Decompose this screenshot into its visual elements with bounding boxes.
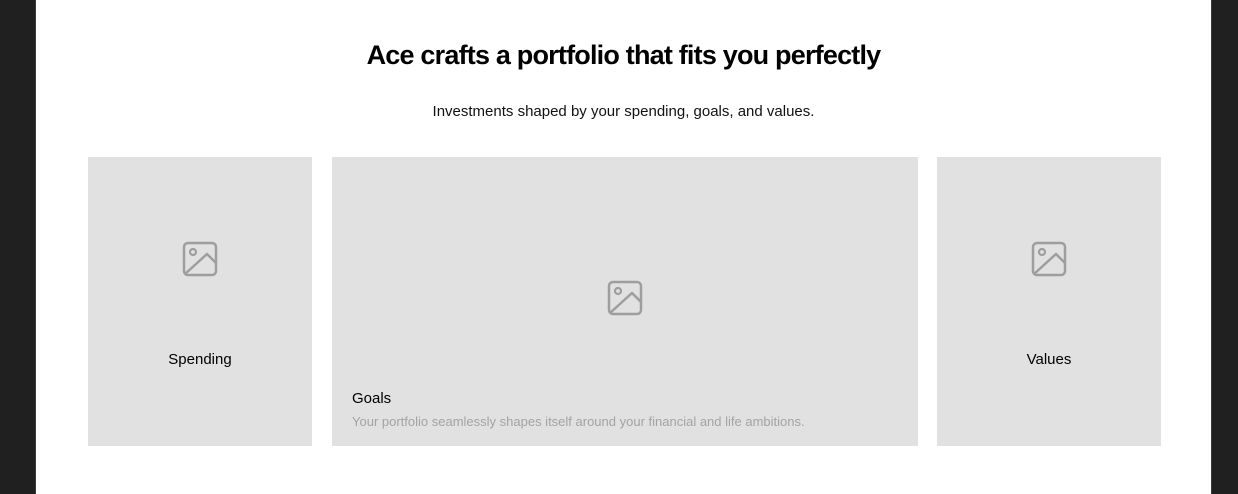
values-card-label: Values — [1026, 351, 1072, 368]
goals-card-title: Goals — [352, 390, 392, 407]
section-headline: Ace crafts a portfolio that fits you per… — [366, 40, 882, 70]
values-card[interactable]: Values — [937, 157, 1161, 446]
section-subheadline: Investments shaped by your spending, goa… — [432, 103, 815, 120]
image-placeholder-icon — [182, 241, 218, 277]
page-container: Ace crafts a portfolio that fits you per… — [35, 0, 1212, 494]
image-placeholder-icon — [607, 280, 643, 316]
spending-card-label: Spending — [168, 351, 232, 368]
goals-card-description: Your portfolio seamlessly shapes itself … — [352, 414, 805, 429]
goals-card[interactable]: Goals Your portfolio seamlessly shapes i… — [332, 157, 918, 446]
spending-card[interactable]: Spending — [88, 157, 312, 446]
image-placeholder-icon — [1031, 241, 1067, 277]
